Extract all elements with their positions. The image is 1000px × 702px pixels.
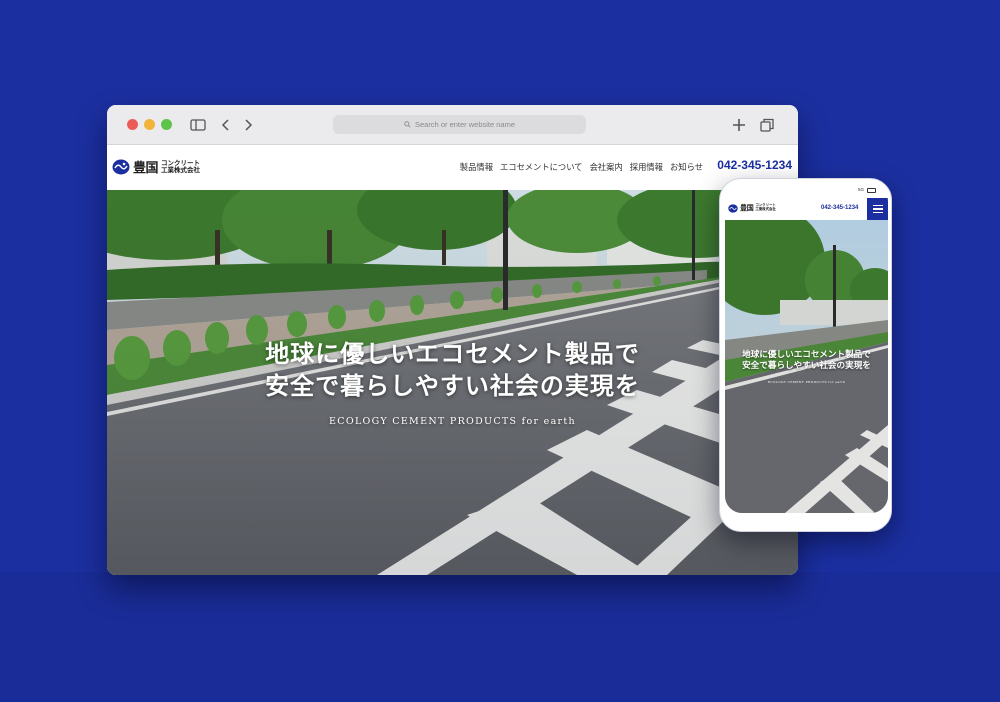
mobile-logo-main-text: 豊国: [740, 203, 754, 212]
hero-section: 地球に優しいエコセメント製品で 安全で暮らしやすい社会の実現を ECOLOGY …: [107, 190, 798, 575]
forward-arrow-icon[interactable]: [239, 116, 257, 134]
maximize-window-button[interactable]: [161, 119, 172, 130]
mobile-logo-sub-text: コンクリート 工業株式会社: [755, 204, 775, 211]
mobile-phone-mockup: 5G 豊国 コンクリート 工業株式会社 042-345-1234 地球に優しいエ…: [719, 178, 892, 532]
close-window-button[interactable]: [127, 119, 138, 130]
network-status: 5G: [857, 187, 864, 192]
mobile-hero-section: 地球に優しいエコセメント製品で 安全で暮らしやすい社会の実現を ECOLOGY …: [725, 220, 888, 513]
phone-number[interactable]: 042-345-1234: [717, 158, 792, 172]
nav-item-eco-cement[interactable]: エコセメントについて: [500, 161, 583, 173]
company-logo[interactable]: 豊国 コンクリート 工業株式会社: [112, 157, 200, 176]
logo-sub-text: コンクリート 工業株式会社: [161, 159, 201, 174]
hamburger-menu-button[interactable]: [867, 198, 888, 220]
tabs-icon[interactable]: [758, 116, 776, 134]
main-nav: 製品情報 エコセメントについて 会社案内 採用情報 お知らせ: [460, 161, 703, 173]
back-arrow-icon[interactable]: [217, 116, 235, 134]
logo-mark-icon: [112, 159, 130, 174]
site-header: 豊国 コンクリート 工業株式会社 製品情報 エコセメントについて 会社案内 採用…: [107, 145, 798, 190]
nav-item-company[interactable]: 会社案内: [590, 161, 623, 173]
logo-main-text: 豊国: [133, 161, 159, 176]
search-icon: [404, 121, 411, 128]
logo-mark-icon: [728, 203, 738, 213]
mobile-hero-tagline: ECOLOGY CEMENT PRODUCTS for earth: [767, 380, 846, 384]
background-floor: [0, 572, 1000, 702]
hero-tagline: ECOLOGY CEMENT PRODUCTS for earth: [329, 416, 576, 427]
mobile-company-logo[interactable]: 豊国 コンクリート 工業株式会社: [728, 203, 776, 213]
minimize-window-button[interactable]: [144, 119, 155, 130]
hero-headline: 地球に優しいエコセメント製品で 安全で暮らしやすい社会の実現を: [107, 338, 798, 402]
hamburger-icon: [872, 205, 883, 207]
address-bar[interactable]: Search or enter website name: [333, 115, 586, 134]
nav-item-recruit[interactable]: 採用情報: [630, 161, 663, 173]
nav-item-products[interactable]: 製品情報: [460, 161, 493, 173]
nav-item-news[interactable]: お知らせ: [670, 161, 703, 173]
mobile-hero-headline-line-1: 地球に優しいエコセメント製品で: [742, 350, 871, 360]
hero-headline-line-1: 地球に優しいエコセメント製品で: [265, 339, 640, 368]
plus-icon[interactable]: [730, 116, 748, 134]
address-placeholder: Search or enter website name: [414, 120, 516, 129]
mobile-header: 豊国 コンクリート 工業株式会社 042-345-1234: [725, 198, 888, 220]
battery-icon: [867, 188, 876, 193]
website: 豊国 コンクリート 工業株式会社 製品情報 エコセメントについて 会社案内 採用…: [107, 145, 798, 575]
sidebar-icon[interactable]: [189, 116, 207, 134]
mobile-hero-headline-line-2: 安全で暮らしやすい社会の実現を: [742, 361, 871, 371]
mobile-hero-headline: 地球に優しいエコセメント製品で 安全で暮らしやすい社会の実現を: [725, 350, 888, 372]
mobile-phone-number[interactable]: 042-345-1234: [821, 205, 858, 211]
hero-headline-line-2: 安全で暮らしやすい社会の実現を: [265, 371, 640, 400]
status-bar: 5G: [725, 184, 888, 196]
desktop-browser-mockup: Search or enter website name 豊国 コンクリート 工…: [107, 105, 798, 575]
mobile-screen: 5G 豊国 コンクリート 工業株式会社 042-345-1234 地球に優しいエ…: [725, 184, 888, 513]
browser-toolbar: Search or enter website name: [107, 105, 798, 145]
mobile-logo-sub-bottom: 工業株式会社: [755, 207, 776, 211]
logo-sub-bottom: 工業株式会社: [161, 165, 201, 174]
